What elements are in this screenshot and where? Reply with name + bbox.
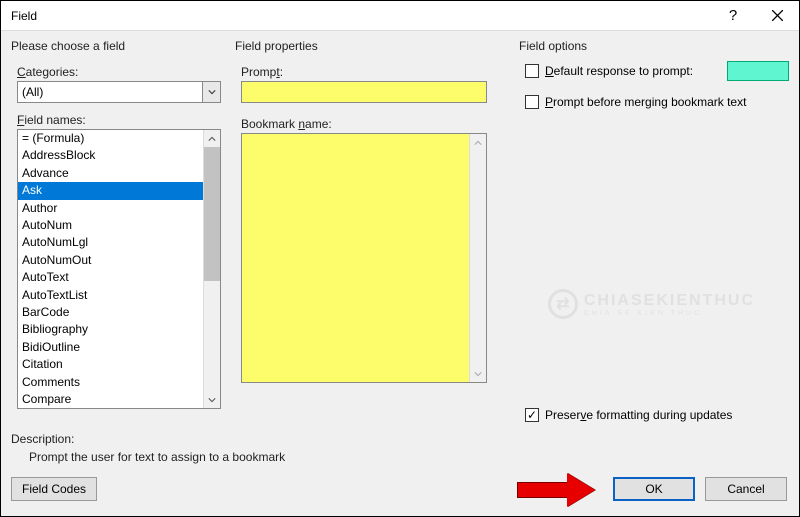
prompt-before-merge-row: Prompt before merging bookmark text — [525, 95, 789, 109]
cancel-button[interactable]: Cancel — [705, 477, 787, 501]
fieldnames-list[interactable]: = (Formula) AddressBlock Advance Ask Aut… — [18, 130, 203, 408]
field-properties-column: Field properties Prompt: Bookmark name: — [221, 39, 505, 426]
help-button[interactable]: ? — [711, 1, 755, 31]
dialog-content: Please choose a field Categories: Field … — [1, 31, 799, 426]
list-item[interactable]: Comments — [18, 374, 203, 391]
list-item[interactable]: AutoNumOut — [18, 252, 203, 269]
field-dialog: Field ? Please choose a field Categories… — [0, 0, 800, 517]
titlebar: Field ? — [1, 1, 799, 31]
default-response-checkbox[interactable] — [525, 64, 539, 78]
chevron-up-icon — [474, 139, 482, 147]
description-text: Prompt the user for text to assign to a … — [11, 446, 799, 464]
annotation-arrow — [517, 474, 597, 504]
prompt-label: Prompt: — [241, 65, 505, 79]
fieldnames-label: Field names: — [17, 113, 221, 127]
list-item[interactable]: Compare — [18, 391, 203, 408]
list-item[interactable]: AutoNum — [18, 217, 203, 234]
prompt-input[interactable] — [241, 81, 487, 103]
ok-button[interactable]: OK — [613, 477, 695, 501]
close-button[interactable] — [755, 1, 799, 31]
fieldnames-scrollbar[interactable] — [203, 130, 220, 408]
close-icon — [772, 10, 783, 21]
field-options-group-label: Field options — [519, 39, 789, 53]
description-area: Description: Prompt the user for text to… — [1, 426, 799, 464]
chevron-up-icon — [208, 135, 216, 143]
bookmark-name-label: Bookmark name: — [241, 117, 505, 131]
list-item[interactable]: AutoTextList — [18, 287, 203, 304]
description-label: Description: — [11, 432, 799, 446]
chevron-down-icon — [474, 370, 482, 378]
preserve-formatting-label: Preserve formatting during updates — [545, 408, 732, 422]
field-options-column: Field options Default response to prompt… — [505, 39, 789, 426]
field-codes-button[interactable]: Field Codes — [11, 477, 97, 501]
chevron-down-icon — [208, 88, 216, 96]
categories-input[interactable] — [17, 81, 203, 103]
scroll-down-button[interactable] — [204, 391, 220, 408]
titlebar-title: Field — [1, 9, 711, 23]
scroll-up-button[interactable] — [204, 130, 220, 147]
choose-field-group-label: Please choose a field — [11, 39, 221, 53]
list-item[interactable]: Citation — [18, 356, 203, 373]
list-item[interactable]: AddressBlock — [18, 147, 203, 164]
list-item[interactable]: BidiOutline — [18, 339, 203, 356]
list-item[interactable]: AutoNumLgl — [18, 234, 203, 251]
list-item[interactable]: = (Formula) — [18, 130, 203, 147]
default-response-input[interactable] — [727, 61, 789, 81]
chevron-down-icon — [208, 396, 216, 404]
prompt-before-merge-checkbox[interactable] — [525, 95, 539, 109]
choose-field-column: Please choose a field Categories: Field … — [11, 39, 221, 426]
preserve-formatting-checkbox[interactable] — [525, 408, 539, 422]
scroll-down-button[interactable] — [470, 365, 486, 382]
default-response-row: Default response to prompt: — [525, 61, 789, 81]
list-item[interactable]: Bibliography — [18, 321, 203, 338]
prompt-before-merge-label: Prompt before merging bookmark text — [545, 95, 746, 109]
dialog-footer: Field Codes OK Cancel — [1, 464, 799, 516]
scroll-up-button[interactable] — [470, 134, 486, 151]
bookmark-scrollbar[interactable] — [469, 134, 486, 382]
field-properties-group-label: Field properties — [235, 39, 505, 53]
categories-label: Categories: — [17, 65, 221, 79]
default-response-label: Default response to prompt: — [545, 64, 693, 78]
list-item[interactable]: Author — [18, 200, 203, 217]
fieldnames-listbox[interactable]: = (Formula) AddressBlock Advance Ask Aut… — [17, 129, 221, 409]
bookmark-name-listbox[interactable] — [241, 133, 487, 383]
bookmark-list[interactable] — [242, 134, 469, 382]
preserve-formatting-row: Preserve formatting during updates — [525, 408, 789, 422]
list-item[interactable]: Advance — [18, 165, 203, 182]
list-item[interactable]: BarCode — [18, 304, 203, 321]
scroll-thumb[interactable] — [204, 147, 220, 281]
scroll-track[interactable] — [204, 147, 220, 391]
scroll-track[interactable] — [470, 151, 486, 365]
list-item[interactable]: Ask — [18, 182, 203, 199]
list-item[interactable]: AutoText — [18, 269, 203, 286]
categories-combo[interactable] — [17, 81, 221, 103]
categories-dropdown-button[interactable] — [203, 81, 221, 103]
